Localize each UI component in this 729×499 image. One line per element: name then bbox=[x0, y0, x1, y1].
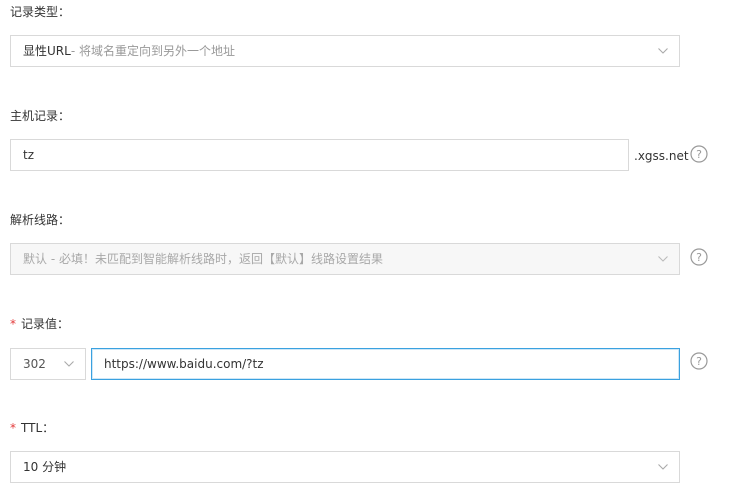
host-record-label-text: 主机记录： bbox=[10, 109, 71, 123]
chevron-down-icon bbox=[658, 48, 668, 54]
resolve-line-label-text: 解析线路： bbox=[10, 213, 71, 227]
domain-suffix: .xgss.net bbox=[634, 149, 689, 163]
chevron-down-icon bbox=[658, 464, 668, 470]
redirect-code-select[interactable]: 302 bbox=[10, 348, 86, 380]
help-icon[interactable]: ? bbox=[690, 352, 708, 370]
chevron-down-icon bbox=[658, 256, 668, 262]
record-value-url: https://www.baidu.com/?tz bbox=[104, 357, 264, 371]
host-record-input[interactable]: tz bbox=[10, 139, 629, 171]
redirect-code-value: 302 bbox=[23, 357, 46, 371]
record-type-label: 记录类型： bbox=[10, 4, 70, 20]
record-type-selected-main: 显性URL bbox=[23, 44, 71, 58]
required-mark: * bbox=[10, 317, 16, 331]
host-record-label: 主机记录： bbox=[10, 108, 70, 124]
svg-text:?: ? bbox=[696, 251, 702, 264]
ttl-label: * TTL： bbox=[10, 420, 54, 436]
svg-text:?: ? bbox=[696, 355, 702, 368]
required-mark: * bbox=[10, 421, 16, 435]
resolve-line-value: 默认 - 必填！未匹配到智能解析线路时，返回【默认】线路设置结果 bbox=[23, 252, 383, 266]
ttl-value: 10 分钟 bbox=[23, 460, 67, 474]
help-icon[interactable]: ? bbox=[690, 248, 708, 266]
record-value-url-input[interactable]: https://www.baidu.com/?tz bbox=[91, 348, 680, 380]
resolve-line-label: 解析线路： bbox=[10, 212, 70, 228]
record-type-select[interactable]: 显性URL - 将域名重定向到另外一个地址 bbox=[10, 35, 680, 67]
ttl-select[interactable]: 10 分钟 bbox=[10, 451, 680, 483]
ttl-label-text: TTL： bbox=[21, 421, 55, 435]
chevron-down-icon bbox=[64, 361, 74, 367]
host-record-value: tz bbox=[23, 148, 35, 162]
record-value-label-text: 记录值： bbox=[21, 317, 70, 331]
record-type-label-text: 记录类型： bbox=[10, 5, 71, 19]
record-value-label: * 记录值： bbox=[10, 316, 69, 332]
svg-text:?: ? bbox=[696, 148, 702, 161]
help-icon[interactable]: ? bbox=[690, 145, 708, 163]
resolve-line-select: 默认 - 必填！未匹配到智能解析线路时，返回【默认】线路设置结果 bbox=[10, 243, 680, 275]
dns-record-form: 记录类型： 显性URL - 将域名重定向到另外一个地址 主机记录： tz .xg… bbox=[0, 0, 729, 499]
record-type-selected-hint: - 将域名重定向到另外一个地址 bbox=[70, 44, 235, 58]
